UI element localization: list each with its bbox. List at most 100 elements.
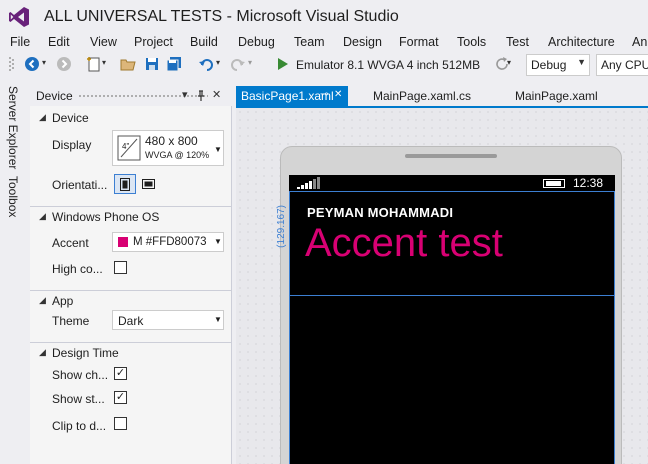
save-icon[interactable] bbox=[144, 56, 160, 72]
landscape-orientation-button[interactable] bbox=[138, 174, 160, 194]
toolbox-tab[interactable]: Toolbox bbox=[6, 176, 20, 217]
accent-swatch bbox=[118, 237, 128, 247]
menu-project[interactable]: Project bbox=[134, 34, 173, 50]
theme-label: Theme bbox=[52, 314, 90, 328]
open-file-icon[interactable] bbox=[120, 56, 136, 72]
navigate-back-icon[interactable] bbox=[24, 56, 40, 72]
refresh-icon[interactable] bbox=[494, 56, 510, 72]
high-contrast-label: High co... bbox=[52, 262, 103, 276]
chevron-down-icon: ▼ bbox=[214, 315, 222, 324]
display-label: Display bbox=[52, 138, 92, 152]
title-bar: ALL UNIVERSAL TESTS - Microsoft Visual S… bbox=[0, 0, 648, 32]
device-panel-title: Device bbox=[36, 89, 73, 103]
status-time: 12:38 bbox=[573, 176, 604, 190]
portrait-orientation-button[interactable] bbox=[114, 174, 136, 194]
app-title-text[interactable]: PEYMAN MOHAMMADI bbox=[307, 205, 453, 220]
undo-icon[interactable] bbox=[198, 56, 214, 72]
undo-dropdown-icon[interactable]: ▾ bbox=[216, 58, 220, 67]
orientation-label: Orientati... bbox=[52, 178, 108, 192]
page-title-text[interactable]: Accent test bbox=[305, 221, 503, 266]
theme-select[interactable]: Dark ▼ bbox=[112, 310, 224, 330]
solution-configuration-select[interactable]: Debug ▼ bbox=[526, 54, 590, 76]
new-project-icon[interactable] bbox=[86, 56, 102, 72]
section-design-time[interactable]: ◢ Design Time bbox=[30, 342, 232, 362]
expand-arrow-icon: ◢ bbox=[39, 112, 46, 122]
new-dropdown-icon[interactable]: ▾ bbox=[102, 58, 106, 67]
solution-platform-select[interactable]: Any CPU bbox=[596, 54, 648, 76]
portrait-icon bbox=[120, 178, 130, 191]
redo-dropdown-icon[interactable]: ▾ bbox=[248, 58, 252, 67]
device-panel: Device ▾ ✕ ◢ Device Display 4" 480 x 800… bbox=[30, 86, 232, 464]
panel-menu-icon[interactable]: ▾ bbox=[182, 88, 188, 101]
redo-icon[interactable] bbox=[230, 56, 246, 72]
tab-label: MainPage.xaml.cs bbox=[373, 89, 472, 103]
menu-design[interactable]: Design bbox=[343, 34, 382, 50]
toolbar-grip-icon bbox=[9, 57, 14, 71]
accent-select[interactable]: M #FFD80073 ▼ bbox=[112, 232, 224, 252]
start-debugging-icon[interactable] bbox=[276, 57, 290, 71]
show-status-checkbox[interactable]: ✓ bbox=[114, 391, 127, 404]
section-design-time-title: Design Time bbox=[52, 346, 119, 360]
show-chrome-checkbox[interactable]: ✓ bbox=[114, 367, 127, 380]
display-scale: WVGA @ 120% bbox=[145, 150, 209, 160]
phone-screen[interactable]: 12:38 PEYMAN MOHAMMADI Accent test (129.… bbox=[276, 175, 615, 464]
clip-checkbox[interactable] bbox=[114, 417, 127, 430]
landscape-icon bbox=[142, 179, 155, 189]
display-size: 4" bbox=[122, 142, 130, 151]
server-explorer-tab[interactable]: Server Explorer bbox=[6, 86, 20, 169]
section-app-title: App bbox=[52, 294, 74, 308]
selection-left-line bbox=[289, 191, 290, 464]
section-windows-phone-os[interactable]: ◢ Windows Phone OS bbox=[30, 206, 232, 226]
show-chrome-label: Show ch... bbox=[52, 368, 109, 382]
section-device-title: Device bbox=[52, 111, 89, 125]
chevron-down-icon: ▼ bbox=[214, 145, 222, 154]
close-icon[interactable]: ✕ bbox=[334, 89, 342, 100]
tab-mainpage-xaml[interactable]: MainPage.xaml bbox=[510, 86, 604, 106]
menu-tools[interactable]: Tools bbox=[457, 34, 486, 50]
section-app[interactable]: ◢ App bbox=[30, 290, 232, 310]
menu-analyze[interactable]: An bbox=[632, 34, 647, 50]
pin-icon[interactable] bbox=[196, 90, 206, 102]
menu-debug[interactable]: Debug bbox=[238, 34, 275, 50]
margin-measure-label: (129.167) bbox=[276, 205, 287, 248]
navigate-forward-icon[interactable] bbox=[56, 56, 72, 72]
section-device[interactable]: ◢ Device bbox=[30, 108, 232, 128]
platform-value: Any CPU bbox=[601, 58, 648, 72]
panel-drag-grip[interactable] bbox=[78, 94, 208, 99]
menu-build[interactable]: Build bbox=[190, 34, 218, 50]
back-dropdown-icon[interactable]: ▾ bbox=[42, 58, 46, 67]
pin-icon[interactable]: ⊸ bbox=[320, 89, 328, 100]
chevron-down-icon: ▼ bbox=[577, 57, 586, 67]
expand-arrow-icon: ◢ bbox=[39, 211, 46, 221]
menu-test[interactable]: Test bbox=[506, 34, 529, 50]
menu-format[interactable]: Format bbox=[399, 34, 439, 50]
run-target-label[interactable]: Emulator 8.1 WVGA 4 inch 512MB bbox=[296, 58, 480, 72]
selection-top-line bbox=[289, 191, 615, 192]
document-tabs: BasicPage1.xaml ⊸ ✕ MainPage.xaml.cs Mai… bbox=[236, 86, 648, 106]
design-surface[interactable]: 12:38 PEYMAN MOHAMMADI Accent test (129.… bbox=[236, 108, 648, 464]
tab-basicpage1-xaml[interactable]: BasicPage1.xaml ⊸ ✕ bbox=[236, 86, 348, 106]
save-all-icon[interactable] bbox=[166, 56, 182, 72]
accent-value: M #FFD80073 bbox=[133, 236, 207, 248]
battery-fill bbox=[546, 181, 561, 186]
theme-value: Dark bbox=[118, 314, 144, 328]
menu-file[interactable]: File bbox=[10, 34, 30, 50]
accent-label: Accent bbox=[52, 236, 89, 250]
tab-mainpage-xaml-cs[interactable]: MainPage.xaml.cs bbox=[368, 86, 477, 106]
menu-edit[interactable]: Edit bbox=[48, 34, 70, 50]
section-os-title: Windows Phone OS bbox=[52, 210, 160, 224]
selection-bottom-line bbox=[289, 295, 615, 296]
display-resolution: 480 x 800 bbox=[145, 134, 198, 148]
expand-arrow-icon: ◢ bbox=[39, 295, 46, 305]
menu-view[interactable]: View bbox=[90, 34, 117, 50]
menu-architecture[interactable]: Architecture bbox=[548, 34, 615, 50]
display-select[interactable]: 4" 480 x 800 WVGA @ 120% ▼ bbox=[112, 130, 224, 166]
menu-team[interactable]: Team bbox=[294, 34, 325, 50]
show-status-label: Show st... bbox=[52, 392, 105, 406]
high-contrast-checkbox[interactable] bbox=[114, 261, 127, 274]
close-icon[interactable]: ✕ bbox=[212, 88, 221, 101]
signal-strength-icon bbox=[297, 177, 320, 189]
clip-label: Clip to d... bbox=[52, 419, 107, 433]
battery-icon bbox=[543, 179, 565, 188]
side-tool-strip: Server Explorer Toolbox bbox=[0, 84, 26, 464]
